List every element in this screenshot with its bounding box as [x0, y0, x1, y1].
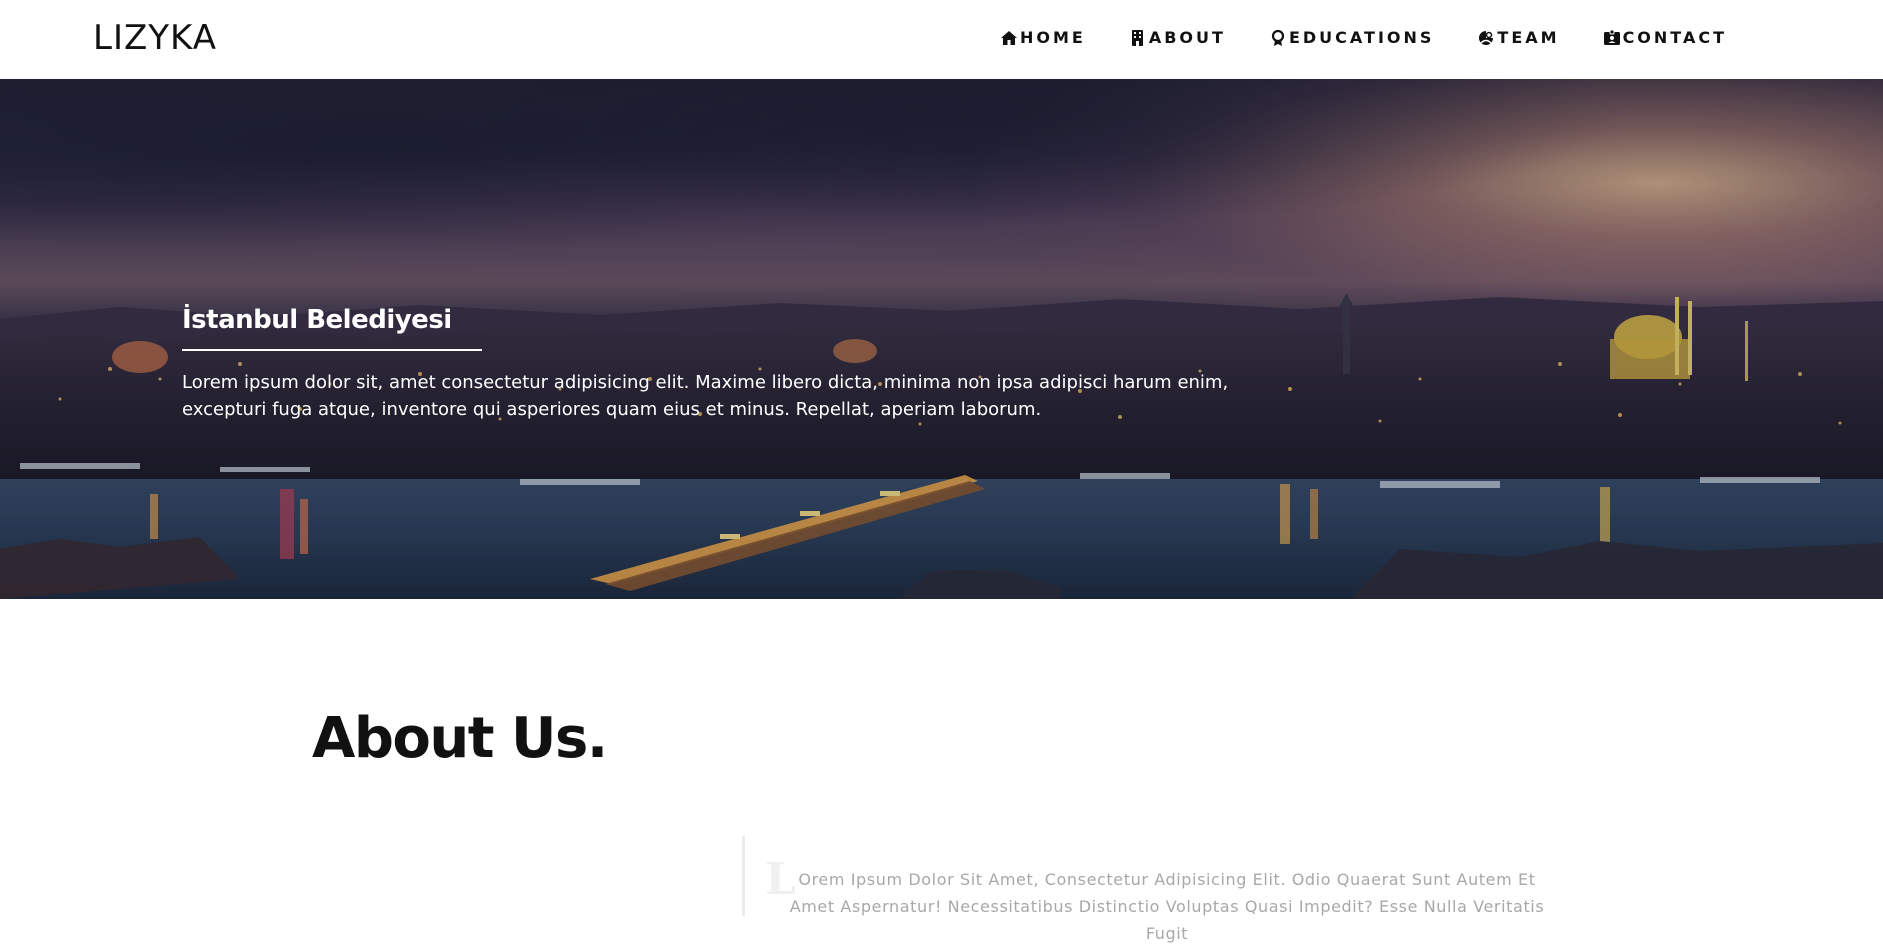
hero-divider [182, 349, 482, 351]
nav-item-educations[interactable]: EDUCATIONS [1269, 28, 1434, 47]
nav-item-contact[interactable]: CONTACT [1603, 28, 1727, 47]
brand-logo[interactable]: LIZYKA [93, 18, 217, 58]
home-icon [1000, 29, 1018, 47]
nav-item-about[interactable]: ABOUT [1129, 28, 1226, 47]
nav-item-home[interactable]: HOME [1000, 28, 1086, 47]
hero-description: Lorem ipsum dolor sit, amet consectetur … [182, 372, 1229, 420]
about-heading: About Us. [312, 706, 608, 771]
team-icon [1477, 29, 1495, 47]
hero-banner: İstanbul Belediyesi Lorem ipsum dolor si… [0, 79, 1883, 599]
nav-item-label: HOME [1020, 28, 1086, 47]
about-text: Orem Ipsum Dolor Sit Amet, Consectetur A… [789, 870, 1545, 943]
building-icon [1129, 29, 1147, 47]
nav-item-label: EDUCATIONS [1288, 28, 1435, 47]
nav-item-label: TEAM [1497, 28, 1560, 47]
nav-menu: HOME ABOUT EDUCATIONS TEAM CONTACT [1000, 28, 1727, 47]
contact-card-icon [1603, 29, 1621, 47]
nav-item-label: ABOUT [1148, 28, 1226, 47]
about-quote: L Orem Ipsum Dolor Sit Amet, Consectetur… [742, 836, 1562, 943]
hero-title: İstanbul Belediyesi [182, 305, 452, 335]
hero-content: İstanbul Belediyesi Lorem ipsum dolor si… [182, 305, 1282, 423]
award-icon [1269, 29, 1287, 47]
nav-item-label: CONTACT [1622, 28, 1728, 47]
nav-item-team[interactable]: TEAM [1477, 28, 1559, 47]
navbar: LIZYKA HOME ABOUT EDUCATIONS TEAM CONTAC… [0, 0, 1883, 79]
